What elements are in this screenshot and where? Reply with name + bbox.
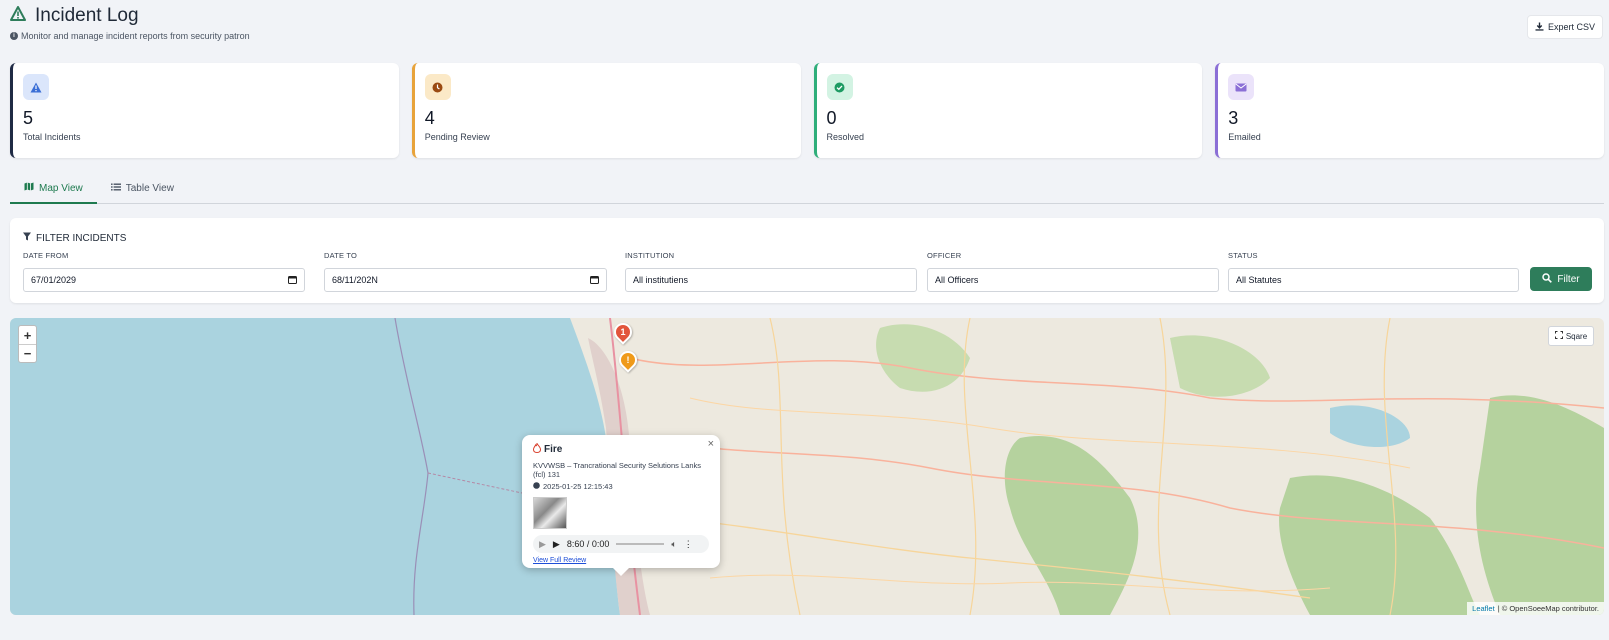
zoom-control: + − [18,325,37,363]
tab-label: Map View [39,182,83,194]
play-icon[interactable]: ▶ [539,539,546,550]
popup-close-button[interactable]: × [708,438,714,450]
page-title: Incident Log [35,5,139,26]
status-select[interactable]: All Statutes [1228,268,1519,292]
search-icon [1542,272,1553,286]
incident-popup: × Fire KVVWSB – Trancrational Security S… [522,435,720,576]
date-from-value: 67/01/2029 [31,275,77,285]
fire-icon [532,441,542,456]
popup-institution: KVVWSB – Trancrational Security Selution… [533,461,701,479]
status-field: STATUS All Statutes [1228,251,1519,292]
date-from-field: DATE FROM 67/01/2029 [23,251,305,292]
status-value: All Statutes [1236,275,1282,285]
officer-value: All Officers [935,275,979,285]
stat-value: 3 [1228,108,1239,128]
info-icon: i [10,32,18,40]
download-icon [1535,22,1544,33]
stat-card-pending: 4 Pending Review [411,63,801,158]
stats-row: 5 Total Incidents 4 Pending Review 0 Res… [10,63,1604,158]
stat-value: 4 [424,108,435,128]
stat-label: Total Incidents [23,132,81,142]
institution-label: INSTITUTION [625,251,675,260]
list-icon [110,183,121,194]
filter-button-label: Filter [1557,273,1580,285]
filter-button[interactable]: Filter [1530,267,1592,291]
popup-timestamp: 2025-01-25 12:15:43 [533,482,709,491]
stat-label: Emailed [1228,132,1261,142]
incident-map[interactable]: 1 ! + − Sqare Leaflet | © OpenSoeeMap co… [10,318,1604,615]
popup-timestamp-text: 2025-01-25 12:15:43 [543,482,613,491]
map-attribution: Leaflet | © OpenSoeeMap contributor. [1467,602,1604,615]
tab-label: Table View [125,183,174,194]
warning-logo-icon [10,6,26,26]
fullscreen-button[interactable]: Sqare [1548,326,1594,346]
date-to-input[interactable]: 68/11/202N [324,268,607,292]
page-header: Incident Log i Monitor and manage incide… [10,5,250,41]
marker-label: 1 [620,327,626,337]
audio-time: 8:60 / 0:00 [566,539,610,549]
status-label: STATUS [1228,251,1258,260]
filter-title: FILTER INCIDENTS [23,232,126,244]
stat-card-emailed: 3 Emailed [1215,63,1604,158]
incident-photo-thumbnail[interactable] [533,497,567,529]
fullscreen-label: Sqare [1565,331,1588,341]
stat-label: Pending Review [424,132,490,142]
stat-card-total: 5 Total Incidents [10,63,399,158]
tab-map-view[interactable]: Map View [10,174,97,204]
date-from-label: DATE FROM [23,251,69,260]
volume-icon[interactable]: 🔈︎ [671,539,676,550]
calendar-icon[interactable] [288,275,297,286]
warning-icon [23,74,49,100]
officer-field: OFFICER All Officers [927,251,1219,292]
view-tabs: Map View Table View [10,174,1604,204]
calendar-icon[interactable] [590,275,599,286]
check-circle-icon [826,74,853,100]
institution-value: All institutiens [633,275,689,285]
marker-label: ! [626,355,630,365]
popup-title: Fire [532,441,709,456]
officer-label: OFFICER [927,251,962,260]
osm-attribution: | © OpenSoeeMap contributor. [1497,604,1599,613]
funnel-icon [23,232,31,244]
map-icon [24,182,34,194]
zoom-out-button[interactable]: − [19,344,36,362]
zoom-in-button[interactable]: + [19,326,36,344]
stat-value: 0 [826,108,837,128]
audio-player: ▶ ▶ 8:60 / 0:00 🔈︎ ⋮ [533,535,709,553]
play-button[interactable]: ▶ [553,539,560,550]
officer-select[interactable]: All Officers [927,268,1219,292]
clock-icon [533,482,540,491]
audio-progress-bar[interactable] [616,543,665,545]
date-to-label: DATE TO [324,251,358,260]
institution-select[interactable]: All institutiens [625,268,917,292]
date-to-field: DATE TO 68/11/202N [324,251,607,292]
export-csv-button[interactable]: Expert CSV [1527,15,1603,39]
expand-icon [1554,331,1563,341]
date-from-input[interactable]: 67/01/2029 [23,268,305,292]
stat-value: 5 [23,108,34,128]
filter-title-text: FILTER INCIDENTS [36,232,127,244]
stat-card-resolved: 0 Resolved [813,63,1203,158]
institution-field: INSTITUTION All institutiens [625,251,917,292]
filter-panel: FILTER INCIDENTS DATE FROM 67/01/2029 DA… [10,218,1604,303]
more-options-icon[interactable]: ⋮ [684,539,693,550]
export-csv-label: Expert CSV [1547,22,1596,32]
clock-icon [424,74,451,100]
date-to-value: 68/11/202N [332,275,378,285]
envelope-icon [1228,74,1255,100]
leaflet-link[interactable]: Leaflet [1472,604,1495,613]
map-tiles [10,318,1604,615]
stat-label: Resolved [826,132,865,142]
page-subtitle: i Monitor and manage incident reports fr… [10,31,250,41]
popup-title-text: Fire [544,444,563,455]
view-full-review-link[interactable]: View Full Review [533,557,709,564]
tab-table-view[interactable]: Table View [97,174,188,203]
subtitle-text: Monitor and manage incident reports from… [21,31,250,41]
